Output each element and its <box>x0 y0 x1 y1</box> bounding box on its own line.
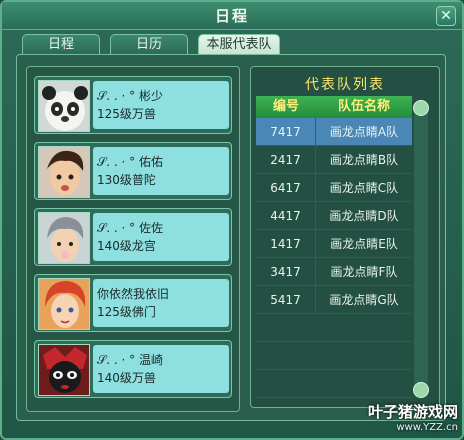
member-level: 140级万兽 <box>97 371 156 385</box>
tab-schedule[interactable]: 日程 <box>22 34 100 54</box>
watermark-text: 叶子猪游戏网 <box>367 403 458 421</box>
table-row[interactable]: 3417 画龙点睛F队 <box>256 258 412 286</box>
empty-row <box>256 370 412 398</box>
member-level: 125级万兽 <box>97 107 156 121</box>
member-level: 125级佛门 <box>97 305 156 319</box>
member-info: 你依然我依旧 125级佛门 <box>93 279 229 327</box>
team-number: 6417 <box>256 174 316 201</box>
tab-bar: 日程 日历 本服代表队 <box>22 34 280 54</box>
scroll-up-icon[interactable] <box>413 100 429 116</box>
team-number: 4417 <box>256 202 316 229</box>
member-info: 𝒮. . · ° 温崎 140级万兽 <box>93 345 229 393</box>
team-name: 画龙点睛D队 <box>329 209 399 223</box>
member-card[interactable]: 𝒮. . · ° 佑佑 130级普陀 <box>34 142 232 200</box>
member-name: 𝒮. . · ° 温崎 <box>97 353 163 367</box>
team-name: 画龙点睛A队 <box>329 125 399 139</box>
member-card[interactable]: 𝒮. . · ° 佐佐 140级龙宫 <box>34 208 232 266</box>
panda-avatar-icon <box>38 80 90 132</box>
scroll-down-icon[interactable] <box>413 382 429 398</box>
window-title: 日程 <box>2 2 462 30</box>
empty-row <box>256 314 412 342</box>
masked-avatar-icon <box>38 344 90 396</box>
member-level: 130级普陀 <box>97 173 156 187</box>
member-info: 𝒮. . · ° 佐佐 140级龙宫 <box>93 213 229 261</box>
team-list-body: 7417 画龙点睛A队 2417 画龙点睛B队 6417 画龙点睛C队 4417… <box>256 118 412 400</box>
team-name: 画龙点睛E队 <box>330 237 398 251</box>
team-number: 1417 <box>256 230 316 257</box>
empty-row <box>256 342 412 370</box>
member-name: 𝒮. . · ° 彬少 <box>97 89 163 103</box>
team-number: 5417 <box>256 286 316 313</box>
header-number: 编号 <box>272 99 299 114</box>
table-row[interactable]: 7417 画龙点睛A队 <box>256 118 412 146</box>
table-row[interactable]: 4417 画龙点睛D队 <box>256 202 412 230</box>
team-name: 画龙点睛B队 <box>329 153 399 167</box>
member-name: 𝒮. . · ° 佐佐 <box>97 221 163 235</box>
header-team-name: 队伍名称 <box>337 99 390 114</box>
team-list-header: 编号 队伍名称 <box>256 96 412 118</box>
table-row[interactable]: 1417 画龙点睛E队 <box>256 230 412 258</box>
watermark-url: www.YZZ.cn <box>396 422 458 433</box>
table-row[interactable]: 6417 画龙点睛C队 <box>256 174 412 202</box>
member-card[interactable]: 你依然我依旧 125级佛门 <box>34 274 232 332</box>
member-info: 𝒮. . · ° 彬少 125级万兽 <box>93 81 229 129</box>
member-name: 𝒮. . · ° 佑佑 <box>97 155 163 169</box>
team-number: 7417 <box>256 118 316 145</box>
team-number: 2417 <box>256 146 316 173</box>
team-number: 3417 <box>256 258 316 285</box>
member-name: 你依然我依旧 <box>97 287 170 301</box>
watermark-logo: 叶子猪游戏网 www.YZZ.cn <box>368 404 458 436</box>
team-list-title: 代表队列表 <box>305 77 385 93</box>
team-name: 画龙点睛G队 <box>329 293 399 307</box>
table-row[interactable]: 5417 画龙点睛G队 <box>256 286 412 314</box>
table-row[interactable]: 2417 画龙点睛B队 <box>256 146 412 174</box>
gray-hair-avatar-icon <box>38 212 90 264</box>
red-hair-avatar-icon <box>38 278 90 330</box>
member-info: 𝒮. . · ° 佑佑 130级普陀 <box>93 147 229 195</box>
member-card[interactable]: 𝒮. . · ° 温崎 140级万兽 <box>34 340 232 398</box>
scrollbar[interactable] <box>414 100 428 396</box>
member-level: 140级龙宫 <box>97 239 156 253</box>
team-name: 画龙点睛C队 <box>329 181 399 195</box>
tab-calendar[interactable]: 日历 <box>110 34 188 54</box>
member-card[interactable]: 𝒮. . · ° 彬少 125级万兽 <box>34 76 232 134</box>
close-icon[interactable]: ✕ <box>436 6 456 26</box>
tab-server-team[interactable]: 本服代表队 <box>198 34 280 54</box>
team-name: 画龙点睛F队 <box>330 265 398 279</box>
boy-avatar-icon <box>38 146 90 198</box>
